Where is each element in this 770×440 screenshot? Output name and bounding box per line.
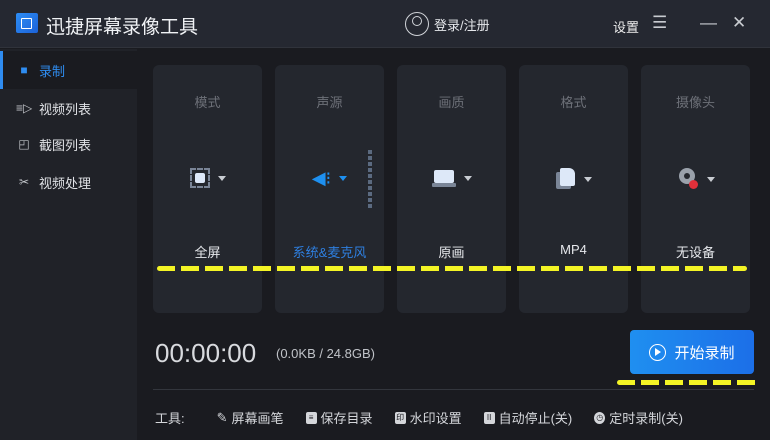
recording-timer: 00:00:00 — [155, 338, 257, 368]
file-size: (0.0KB / 24.8GB) — [276, 346, 375, 361]
webcam-card[interactable]: 摄像头 无设备 — [641, 65, 750, 313]
card-label: 格式 — [560, 95, 587, 110]
sidebar-item-video-tools[interactable]: ✂ 视频处理 — [0, 163, 137, 201]
sidebar: ■ 录制 ≡▷ 视频列表 ◰ 截图列表 ✂ 视频处理 — [0, 49, 137, 440]
webcam-icon — [677, 168, 699, 190]
tool-label: 屏幕画笔 — [231, 411, 284, 426]
screenshot-list-icon: ◰ — [18, 137, 30, 151]
app-title: 迅捷屏幕录像工具 — [46, 17, 199, 38]
scheduled-recording-button[interactable]: ◷ 定时录制(关) — [594, 408, 683, 427]
close-icon[interactable]: ✕ — [732, 13, 746, 33]
sidebar-item-label: 视频处理 — [39, 175, 92, 191]
tool-label: 自动停止(关) — [498, 411, 573, 426]
clock-icon: ◷ — [594, 411, 606, 424]
toolbar: 工具: ✎ 屏幕画笔 ≡ 保存目录 印水印设置 II 自动停止(关) ◷ 定时录制(关) — [155, 408, 683, 427]
video-list-icon: ≡▷ — [16, 101, 33, 115]
pen-icon: ✎ — [216, 409, 228, 425]
sidebar-item-label: 视频列表 — [39, 101, 92, 117]
sidebar-item-label: 录制 — [39, 63, 66, 79]
chevron-down-icon — [463, 175, 472, 181]
title-bar: 迅捷屏幕录像工具 登录/注册 设置 ☰ — ✕ — [0, 0, 770, 48]
settings-button[interactable]: 设置 — [613, 17, 639, 36]
sidebar-item-screenshot-list[interactable]: ◰ 截图列表 — [0, 125, 137, 163]
sidebar-item-record[interactable]: ■ 录制 — [0, 51, 137, 89]
video-tools-icon: ✂ — [18, 175, 30, 189]
annotation-dash-line — [157, 266, 747, 271]
divider — [153, 389, 754, 390]
watermark-button[interactable]: 印水印设置 — [394, 408, 462, 427]
user-avatar-icon — [405, 12, 429, 36]
volume-meter — [368, 150, 372, 208]
save-folder-button[interactable]: ≡ 保存目录 — [305, 408, 373, 427]
card-value: MP4 — [560, 242, 587, 257]
login-button[interactable]: 登录/注册 — [405, 12, 490, 36]
chevron-down-icon — [706, 176, 715, 182]
card-value: 全屏 — [194, 245, 221, 260]
card-label: 声源 — [316, 95, 343, 110]
play-icon — [649, 343, 667, 361]
start-recording-label: 开始录制 — [674, 344, 735, 362]
minimize-icon[interactable]: — — [700, 13, 717, 33]
quality-card[interactable]: 画质 原画 — [397, 65, 506, 313]
annotation-dash-line — [617, 380, 757, 385]
tools-label: 工具: — [155, 411, 185, 426]
chevron-down-icon — [339, 176, 348, 181]
speaker-icon: ◀⁝ — [311, 168, 332, 188]
tool-label: 水印设置 — [409, 411, 462, 426]
document-icon: ≡ — [305, 411, 317, 424]
app-logo-icon — [16, 13, 38, 33]
start-recording-button[interactable]: 开始录制 — [630, 330, 754, 374]
chevron-down-icon — [583, 176, 592, 182]
card-label: 画质 — [438, 95, 465, 110]
fullscreen-icon — [189, 168, 210, 188]
screen-pen-button[interactable]: ✎ 屏幕画笔 — [217, 408, 284, 427]
sidebar-item-label: 截图列表 — [39, 137, 92, 153]
tool-label: 保存目录 — [320, 411, 373, 426]
format-card[interactable]: 格式 MP4 — [519, 65, 628, 313]
card-value: 无设备 — [675, 245, 715, 260]
pause-icon: II — [483, 411, 495, 424]
card-value: 系统&麦克风 — [292, 245, 367, 260]
card-value: 原画 — [438, 245, 465, 260]
audio-source-card[interactable]: 声源 ◀⁝ 系统&麦克风 — [275, 65, 384, 313]
sidebar-item-video-list[interactable]: ≡▷ 视频列表 — [0, 89, 137, 127]
laptop-icon — [431, 168, 456, 188]
card-label: 摄像头 — [675, 95, 715, 110]
login-label: 登录/注册 — [434, 17, 490, 33]
mode-card[interactable]: 模式 全屏 — [153, 65, 262, 313]
tool-label: 定时录制(关) — [609, 411, 683, 426]
file-icon — [555, 168, 576, 190]
auto-stop-button[interactable]: II 自动停止(关) — [483, 408, 573, 427]
menu-icon[interactable]: ☰ — [652, 13, 667, 33]
camera-icon: ■ — [20, 63, 28, 77]
card-label: 模式 — [194, 95, 221, 110]
watermark-icon: 印 — [394, 411, 406, 424]
chevron-down-icon — [217, 175, 226, 181]
